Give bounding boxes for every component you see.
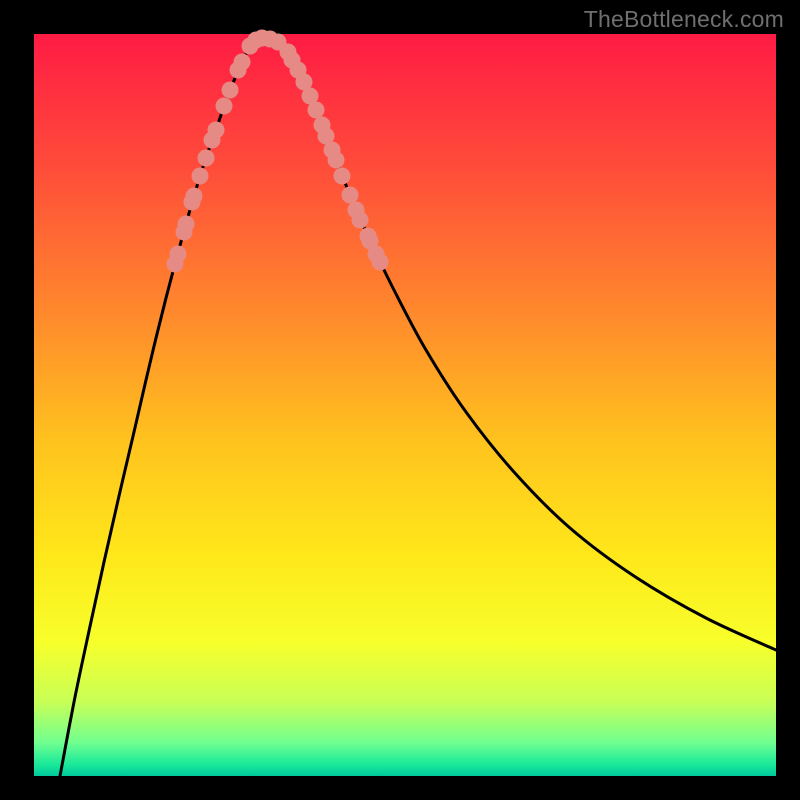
sample-dot xyxy=(342,187,359,204)
sample-dot xyxy=(216,98,233,115)
bottleneck-curve xyxy=(60,38,776,776)
sample-dot xyxy=(328,152,345,169)
sample-dot xyxy=(352,212,369,229)
chart-frame: TheBottleneck.com xyxy=(0,0,800,800)
sample-dot xyxy=(334,168,351,185)
sample-dot xyxy=(170,246,187,263)
chart-svg xyxy=(34,34,776,776)
sample-dot xyxy=(222,82,239,99)
sample-dot xyxy=(178,216,195,233)
sample-dot xyxy=(372,254,389,271)
sample-dot xyxy=(234,54,251,71)
sample-dot xyxy=(308,102,325,119)
watermark-text: TheBottleneck.com xyxy=(584,6,784,33)
sample-dot xyxy=(208,122,225,139)
sample-dot xyxy=(186,188,203,205)
sample-dots-group xyxy=(167,30,389,273)
sample-dot xyxy=(192,168,209,185)
sample-dot xyxy=(198,150,215,167)
plot-area xyxy=(34,34,776,776)
